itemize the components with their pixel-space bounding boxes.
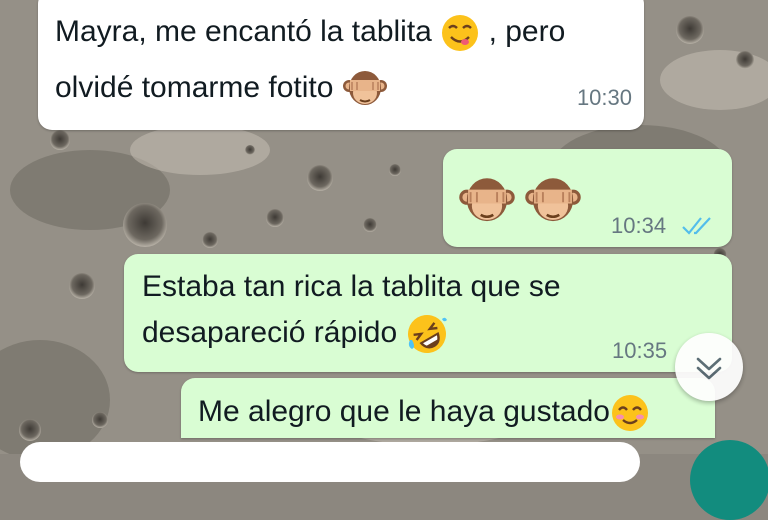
chevron-double-down-icon [696, 357, 722, 380]
message-text-line-1: Me alegro que le haya gustado [198, 388, 650, 435]
smiling-face-with-smiling-eyes-icon [611, 395, 648, 432]
message-timestamp: 10:34 [611, 213, 667, 238]
see-no-evil-monkey-icon [342, 71, 387, 106]
message-text-line-1: Estaba tan rica la tablita que se [142, 270, 561, 303]
message-bubble-outgoing[interactable]: Estaba tan rica la tablita que se desapa… [124, 254, 732, 372]
message-emoji-row [458, 171, 582, 230]
scroll-to-bottom-button[interactable] [675, 333, 743, 401]
message-text-line-2: desapareció rápido [142, 309, 448, 356]
message-input[interactable] [20, 442, 640, 482]
rolling-on-the-floor-laughing-icon [407, 315, 447, 354]
smiling-face-savoring-food-icon [442, 15, 479, 52]
double-check-icon [682, 217, 711, 235]
message-text-line-1: Mayra, me encantó la tablita , pero [55, 8, 565, 55]
message-bubble-outgoing[interactable]: Me alegro que le haya gustado [181, 378, 715, 438]
see-no-evil-monkey-icon [525, 178, 582, 222]
see-no-evil-monkey-icon [459, 178, 515, 222]
message-timestamp: 10:35 [612, 338, 668, 363]
message-bubble-outgoing[interactable]: 10:34 [443, 149, 732, 247]
message-timestamp: 10:30 [576, 85, 632, 110]
message-text-line-2: olvidé tomarme fotito [55, 64, 388, 112]
message-bubble-incoming[interactable]: Mayra, me encantó la tablita , pero olvi… [38, 0, 644, 130]
mic-button[interactable] [690, 440, 768, 520]
